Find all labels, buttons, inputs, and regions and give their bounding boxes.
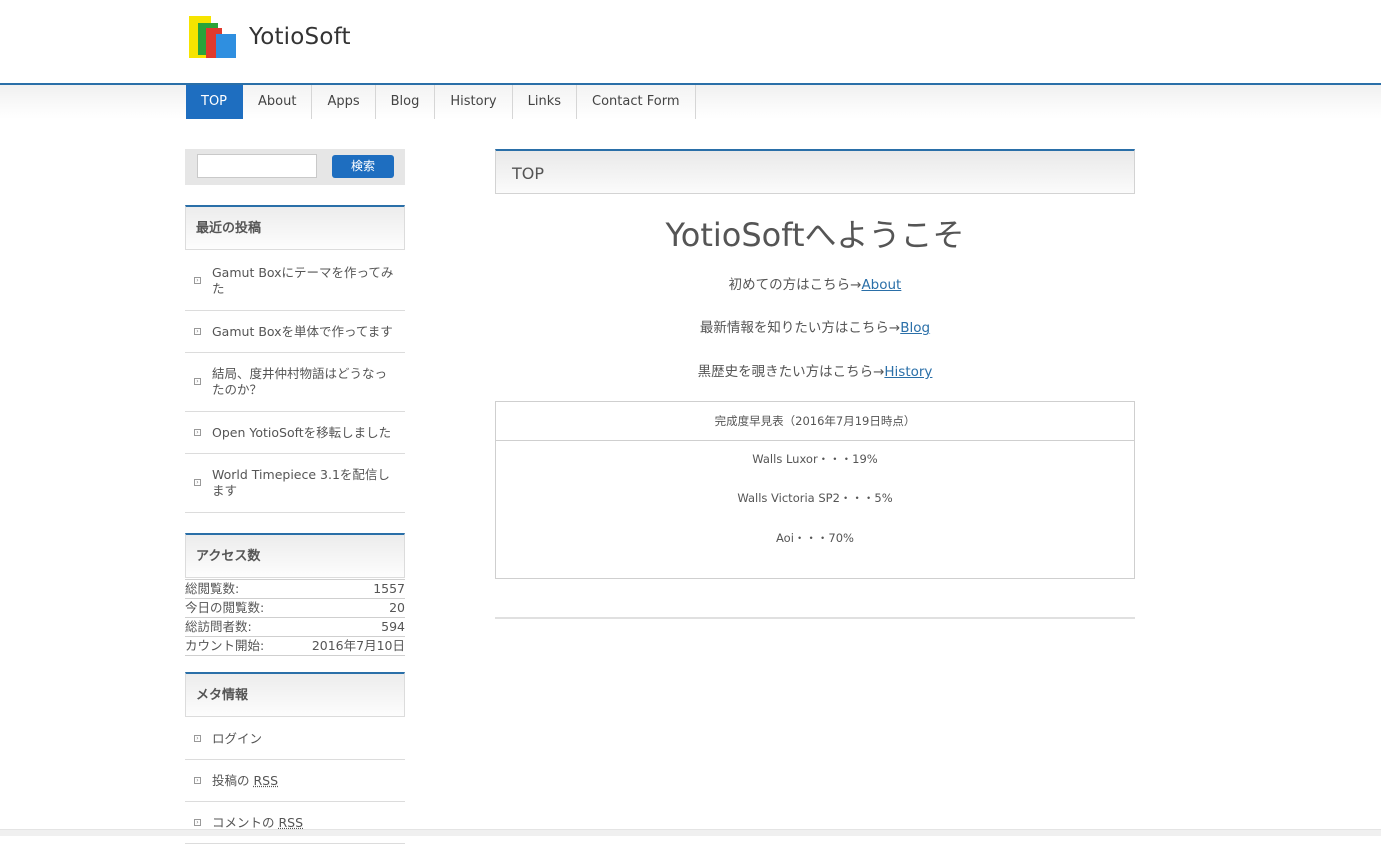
stat-row: 今日の閲覧数: 20: [185, 599, 405, 618]
about-link[interactable]: About: [861, 277, 901, 293]
nav-about[interactable]: About: [243, 85, 313, 119]
meta-item-login[interactable]: › ログイン: [185, 718, 405, 760]
recent-post-item[interactable]: › Open YotioSoftを移転しました: [185, 412, 405, 454]
recent-post-link[interactable]: 結局、度井仲村物語はどうなったのか？: [212, 366, 397, 398]
stat-row: 総訪問者数: 594: [185, 618, 405, 637]
recent-post-item[interactable]: › 結局、度井仲村物語はどうなったのか？: [185, 353, 405, 412]
stat-value: 2016年7月10日: [311, 638, 405, 653]
stat-row: カウント開始: 2016年7月10日: [185, 637, 405, 656]
meta-info-title: メタ情報: [185, 672, 405, 717]
info-text: 最新情報を知りたい方はこちら→: [699, 320, 901, 336]
bullet-arrow-icon: ›: [194, 276, 201, 284]
nav-contact-form[interactable]: Contact Form: [577, 85, 696, 119]
posts-rss-link[interactable]: RSS: [253, 773, 278, 789]
bullet-arrow-icon: ›: [194, 327, 201, 335]
welcome-heading: YotioSoftへようこそ: [665, 216, 965, 254]
completion-table: 完成度早見表（2016年7月19日時点） Walls Luxor・・・19% W…: [495, 401, 1135, 579]
bullet-arrow-icon: ›: [194, 776, 201, 784]
meta-item-posts-rss[interactable]: › 投稿の RSS: [185, 760, 405, 802]
posts-rss-prefix: 投稿の: [212, 772, 254, 788]
nav-top[interactable]: TOP: [186, 85, 244, 119]
recent-post-link[interactable]: Gamut Boxにテーマを作ってみた: [212, 265, 397, 297]
stat-value: 594: [381, 619, 405, 634]
info-line-about: 初めての方はこちら→About: [495, 273, 1135, 293]
recent-post-item[interactable]: › World Timepiece 3.1を配信します: [185, 454, 405, 513]
stat-label: 今日の閲覧数:: [185, 600, 265, 615]
table-row: Aoi・・・70%: [776, 531, 854, 545]
stat-label: カウント開始:: [185, 638, 265, 653]
blog-link[interactable]: Blog: [900, 320, 930, 336]
search-input[interactable]: [197, 154, 317, 178]
bullet-arrow-icon: ›: [194, 479, 201, 486]
meta-list: › ログイン › 投稿の RSS › コメントの RSS: [185, 718, 405, 844]
info-text: 初めての方はこちら→: [728, 277, 862, 293]
stat-value: 20: [389, 600, 405, 615]
info-line-history: 黒歴史を覗きたい方はこちら→History: [495, 360, 1135, 380]
info-line-blog: 最新情報を知りたい方はこちら→Blog: [495, 316, 1135, 336]
nav-links[interactable]: Links: [512, 85, 578, 119]
table-row: Walls Luxor・・・19%: [752, 452, 878, 466]
bullet-arrow-icon: ›: [194, 378, 201, 385]
search-button[interactable]: 検索: [332, 155, 394, 178]
recent-post-item[interactable]: › Gamut Boxを単体で作ってます: [185, 311, 405, 353]
info-text: 黒歴史を覗きたい方はこちら→: [697, 364, 885, 380]
recent-post-link[interactable]: World Timepiece 3.1を配信します: [212, 467, 397, 499]
search-widget: 検索: [185, 149, 405, 185]
history-link[interactable]: History: [884, 364, 932, 380]
nav-apps[interactable]: Apps: [312, 85, 376, 119]
page-title: TOP: [495, 149, 1135, 194]
login-link[interactable]: ログイン: [212, 731, 262, 747]
nav-blog[interactable]: Blog: [375, 85, 436, 119]
logo-icon[interactable]: [189, 16, 237, 58]
table-header: 完成度早見表（2016年7月19日時点）: [496, 402, 1134, 441]
stat-label: 総閲覧数:: [185, 581, 240, 596]
bullet-arrow-icon: ›: [194, 428, 201, 436]
recent-post-link[interactable]: Open YotioSoftを移転しました: [212, 425, 391, 441]
access-stats: 総閲覧数: 1557 今日の閲覧数: 20 総訪問者数: 594 カウント開始:…: [185, 579, 405, 656]
stat-value: 1557: [373, 581, 405, 596]
recent-posts-title: 最近の投稿: [185, 205, 405, 250]
content-divider: [495, 617, 1135, 619]
recent-post-link[interactable]: Gamut Boxを単体で作ってます: [212, 324, 393, 340]
nav-history[interactable]: History: [435, 85, 513, 119]
main-navigation: TOP About Apps Blog History Links Contac…: [0, 83, 1381, 119]
site-title[interactable]: YotioSoft: [249, 24, 351, 50]
stat-row: 総閲覧数: 1557: [185, 579, 405, 599]
site-header: YotioSoft: [0, 0, 1381, 83]
recent-post-item[interactable]: › Gamut Boxにテーマを作ってみた: [185, 251, 405, 311]
table-row: Walls Victoria SP2・・・5%: [737, 491, 893, 505]
stat-label: 総訪問者数:: [185, 619, 252, 634]
access-count-title: アクセス数: [185, 533, 405, 578]
bullet-arrow-icon: ›: [194, 818, 201, 826]
recent-posts-list: › Gamut Boxにテーマを作ってみた › Gamut Boxを単体で作って…: [185, 251, 405, 513]
meta-item-comments-rss[interactable]: › コメントの RSS: [185, 802, 405, 844]
bullet-arrow-icon: ›: [194, 734, 201, 742]
